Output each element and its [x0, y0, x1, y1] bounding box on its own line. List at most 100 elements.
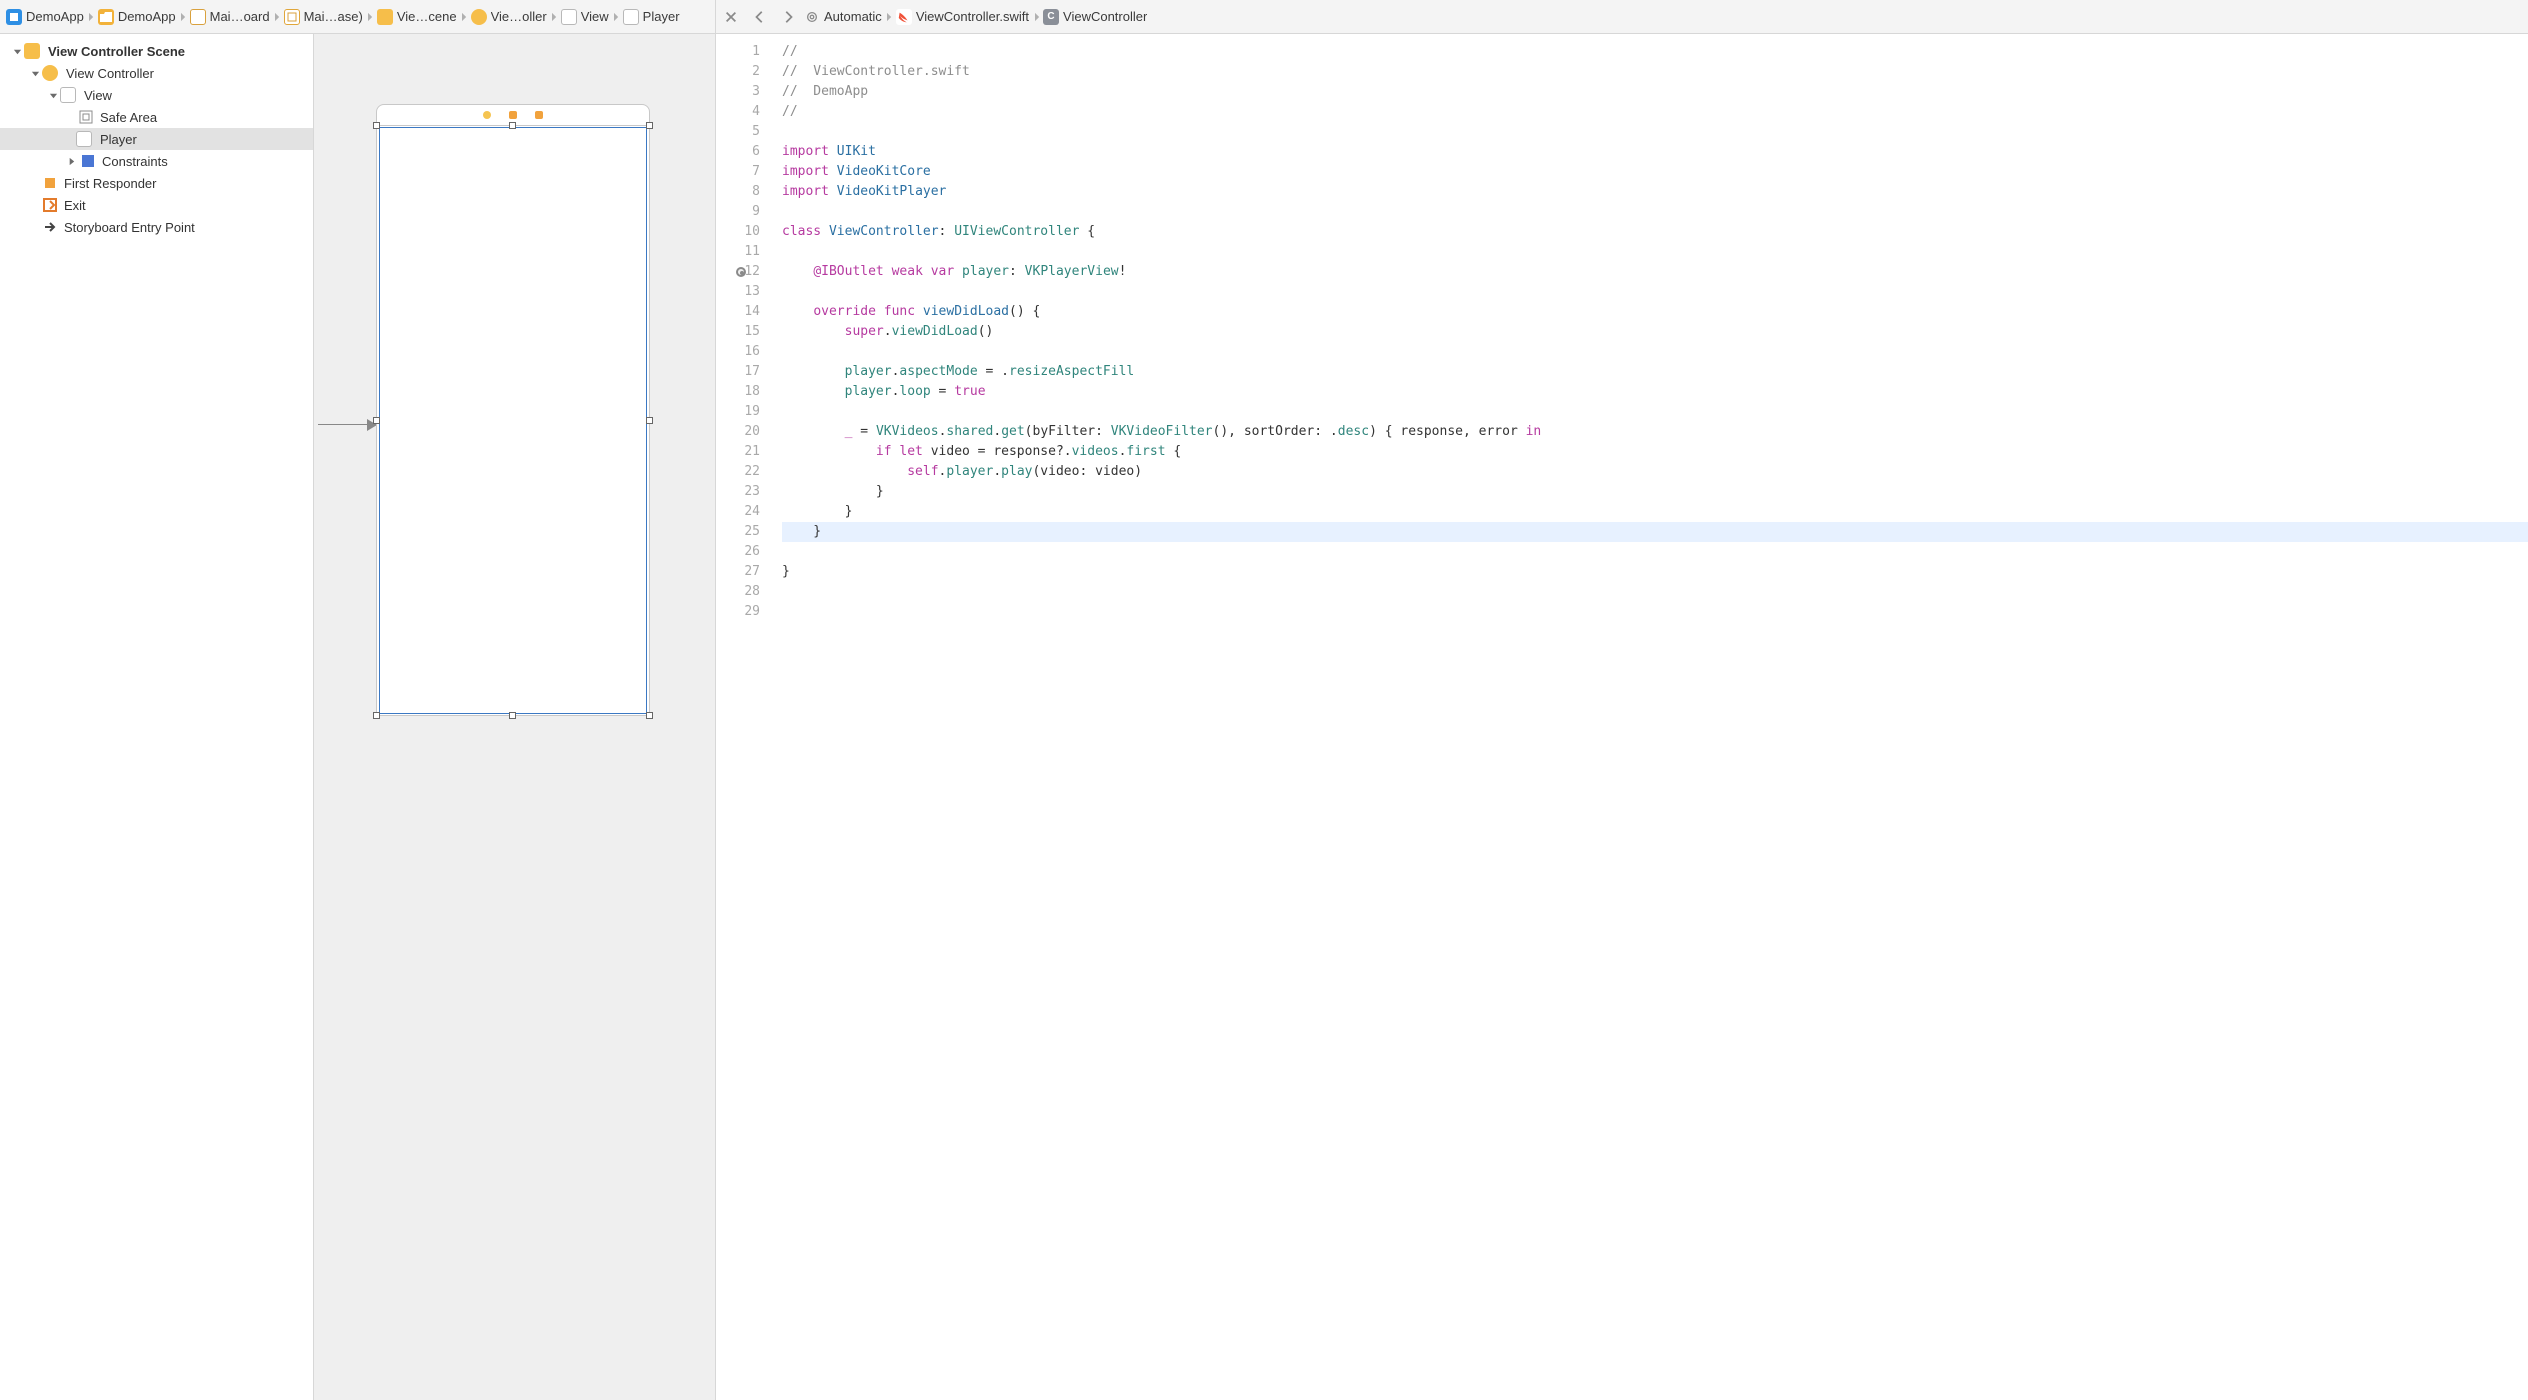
breadcrumb-label: ViewController	[1063, 9, 1147, 24]
code-line[interactable]: import VideoKitCore	[782, 162, 2528, 182]
code-line[interactable]	[782, 602, 2528, 622]
breadcrumb-item[interactable]: C ViewController	[1041, 9, 1151, 25]
code-line[interactable]: @IBOutlet weak var player: VKPlayerView!	[782, 262, 2528, 282]
line-number: 8	[716, 182, 768, 202]
code-line[interactable]: }	[782, 562, 2528, 582]
resize-handle[interactable]	[373, 122, 380, 129]
auto-icon	[804, 9, 820, 25]
jump-bar-left: DemoAppDemoApp Mai…oard Mai…ase) Vie…cene Vi…	[0, 0, 716, 33]
line-number: 6	[716, 142, 768, 162]
code-line[interactable]	[782, 282, 2528, 302]
code-line[interactable]	[782, 202, 2528, 222]
view-icon	[623, 9, 639, 25]
code-line[interactable]: super.viewDidLoad()	[782, 322, 2528, 342]
breadcrumb-item[interactable]: Automatic	[802, 9, 886, 25]
resize-handle[interactable]	[373, 712, 380, 719]
code-line[interactable]	[782, 242, 2528, 262]
code-line[interactable]: //	[782, 102, 2528, 122]
code-line[interactable]: //	[782, 42, 2528, 62]
line-number: 2	[716, 62, 768, 82]
safearea-row[interactable]: Safe Area	[0, 106, 313, 128]
breadcrumb-item[interactable]: Vie…oller	[469, 0, 551, 33]
code-line[interactable]: self.player.play(video: video)	[782, 462, 2528, 482]
class-icon: C	[1043, 9, 1059, 25]
resize-handle[interactable]	[373, 417, 380, 424]
code-area[interactable]: //// ViewController.swift// DemoApp// im…	[768, 34, 2528, 1400]
exit-dot-icon	[535, 111, 543, 119]
first-responder-row[interactable]: First Responder	[0, 172, 313, 194]
code-line[interactable]	[782, 402, 2528, 422]
code-line[interactable]: import VideoKitPlayer	[782, 182, 2528, 202]
breadcrumb-item[interactable]: DemoApp	[96, 0, 180, 33]
code-line[interactable]: // DemoApp	[782, 82, 2528, 102]
code-line[interactable]: // ViewController.swift	[782, 62, 2528, 82]
safearea-label: Safe Area	[100, 110, 157, 125]
code-line[interactable]: import UIKit	[782, 142, 2528, 162]
code-line[interactable]: }	[782, 482, 2528, 502]
line-number: 25	[716, 522, 768, 542]
chevron-right-icon	[461, 0, 469, 34]
code-line[interactable]: }	[782, 522, 2528, 542]
breadcrumb-item[interactable]: Vie…cene	[375, 0, 461, 33]
entry-point-row[interactable]: Storyboard Entry Point	[0, 216, 313, 238]
device-frame[interactable]	[376, 104, 650, 716]
code-line[interactable]: }	[782, 502, 2528, 522]
storyboard-canvas[interactable]	[314, 34, 716, 1400]
jump-bar: DemoAppDemoApp Mai…oard Mai…ase) Vie…cene Vi…	[0, 0, 2528, 34]
device-body[interactable]	[376, 126, 650, 716]
line-number: 28	[716, 582, 768, 602]
resize-handle[interactable]	[509, 712, 516, 719]
line-number: 12	[716, 262, 768, 282]
code-line[interactable]: _ = VKVideos.shared.get(byFilter: VKVide…	[782, 422, 2528, 442]
line-number: 26	[716, 542, 768, 562]
nav-forward-icon[interactable]	[774, 0, 802, 34]
player-row[interactable]: Player	[0, 128, 313, 150]
line-number: 29	[716, 602, 768, 622]
resize-handle[interactable]	[646, 417, 653, 424]
code-line[interactable]: player.loop = true	[782, 382, 2528, 402]
swift-icon	[896, 9, 912, 25]
code-line[interactable]	[782, 542, 2528, 562]
close-icon[interactable]	[716, 0, 746, 34]
resize-handle[interactable]	[646, 122, 653, 129]
code-line[interactable]	[782, 342, 2528, 362]
chevron-right-icon	[274, 0, 282, 34]
vc-label: View Controller	[66, 66, 154, 81]
code-line[interactable]: player.aspectMode = .resizeAspectFill	[782, 362, 2528, 382]
constraints-row[interactable]: Constraints	[0, 150, 313, 172]
line-number: 14	[716, 302, 768, 322]
code-line[interactable]	[782, 122, 2528, 142]
code-editor[interactable]: 1234567891011121314151617181920212223242…	[716, 34, 2528, 1400]
selection-rect[interactable]	[379, 127, 647, 714]
breadcrumb-item[interactable]: View	[559, 0, 613, 33]
resize-handle[interactable]	[646, 712, 653, 719]
document-outline[interactable]: View Controller Scene View Controller Vi…	[0, 34, 314, 1400]
outlet-indicator-icon[interactable]	[736, 267, 746, 277]
code-line[interactable]: override func viewDidLoad() {	[782, 302, 2528, 322]
view-row[interactable]: View	[0, 84, 313, 106]
code-line[interactable]: class ViewController: UIViewController {	[782, 222, 2528, 242]
proj-icon	[6, 9, 22, 25]
breadcrumb-item[interactable]: Player	[621, 0, 684, 33]
breadcrumb-item[interactable]: Mai…oard	[188, 0, 274, 33]
line-number: 5	[716, 122, 768, 142]
resize-handle[interactable]	[509, 122, 516, 129]
breadcrumb-label: Vie…cene	[397, 9, 457, 24]
breadcrumb-item[interactable]: Mai…ase)	[282, 0, 367, 33]
chevron-right-icon	[88, 0, 96, 34]
vc-dot-icon	[483, 111, 491, 119]
nav-back-icon[interactable]	[746, 0, 774, 34]
code-line[interactable]: if let video = response?.videos.first {	[782, 442, 2528, 462]
breadcrumb-item[interactable]: ViewController.swift	[894, 9, 1033, 25]
line-number: 17	[716, 362, 768, 382]
breadcrumb-label: Automatic	[824, 9, 882, 24]
scene-row[interactable]: View Controller Scene	[0, 40, 313, 62]
breadcrumb-label: Mai…oard	[210, 9, 270, 24]
vc-row[interactable]: View Controller	[0, 62, 313, 84]
exit-row[interactable]: Exit	[0, 194, 313, 216]
breadcrumb-item[interactable]: DemoApp	[4, 0, 88, 33]
line-number: 9	[716, 202, 768, 222]
line-number: 20	[716, 422, 768, 442]
code-line[interactable]	[782, 582, 2528, 602]
line-number: 3	[716, 82, 768, 102]
